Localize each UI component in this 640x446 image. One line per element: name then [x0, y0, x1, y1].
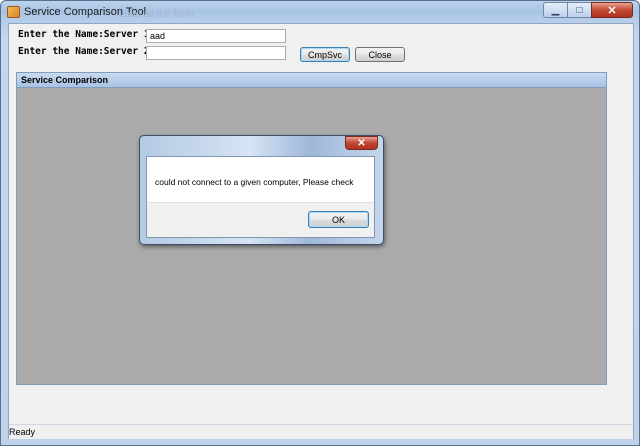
dialog-body: could not connect to a given computer, P… [146, 156, 375, 238]
server2-input[interactable] [146, 46, 286, 60]
server1-label: Enter the Name:Server 1 [18, 29, 150, 40]
dialog-close-button[interactable]: ✕ [345, 136, 378, 150]
close-icon: ✕ [607, 4, 617, 17]
server1-input[interactable]: aad [146, 29, 286, 43]
dialog-message: could not connect to a given computer, P… [155, 177, 354, 187]
caption-buttons: ▁ □ ✕ [543, 2, 633, 18]
ghost-title-text: Load all the form [119, 9, 194, 20]
server2-label: Enter the Name:Server 2 [18, 46, 150, 57]
app-icon [7, 6, 20, 18]
title-bar[interactable]: Service Comparison Tool Load all the for… [1, 1, 639, 23]
minimize-button[interactable]: ▁ [543, 2, 567, 18]
error-dialog: ✕ could not connect to a given computer,… [139, 135, 384, 245]
minimize-icon: ▁ [551, 4, 560, 16]
status-text: Ready [9, 427, 36, 437]
ok-button[interactable]: OK [308, 211, 369, 228]
main-window: Service Comparison Tool Load all the for… [0, 0, 640, 446]
status-bar: Ready [9, 424, 633, 439]
close-form-button[interactable]: Close [355, 47, 405, 62]
dialog-footer: OK [147, 202, 374, 237]
close-icon: ✕ [357, 137, 366, 149]
panel-header: Service Comparison [17, 73, 606, 88]
maximize-icon: □ [576, 4, 583, 16]
compare-services-button[interactable]: CmpSvc [300, 47, 350, 62]
maximize-button[interactable]: □ [567, 2, 591, 18]
close-window-button[interactable]: ✕ [591, 2, 633, 18]
